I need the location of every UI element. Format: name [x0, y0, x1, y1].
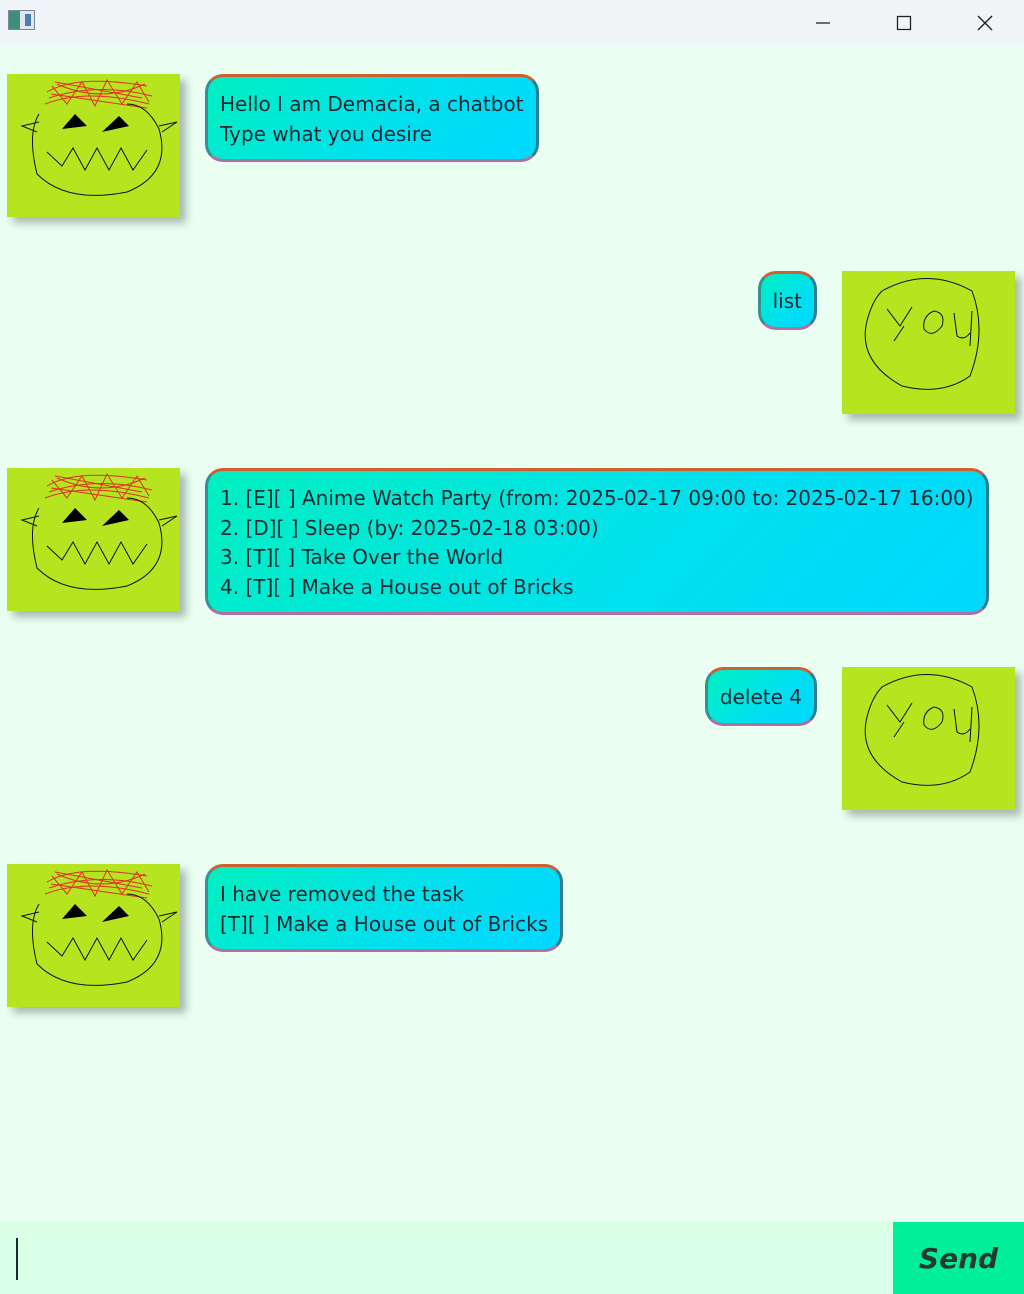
you-avatar — [842, 271, 1015, 414]
chat-scroll-area[interactable]: Hello I am Demacia, a chatbot Type what … — [0, 45, 1024, 1221]
close-icon — [977, 15, 993, 30]
task-line: 2. [D][ ] Sleep (by: 2025-02-18 03:00) — [220, 515, 599, 540]
maximize-button[interactable] — [864, 0, 944, 45]
minimize-button[interactable] — [783, 0, 863, 45]
you-avatar — [842, 667, 1015, 810]
message-line: delete 4 — [719, 685, 802, 709]
message-line: Type what you desire — [220, 121, 432, 146]
ogre-face-icon — [20, 78, 178, 196]
ogre-face-icon — [20, 868, 178, 986]
you-face-icon — [864, 278, 980, 390]
task-line: 1. [E][ ] Anime Watch Party (from: 2025-… — [220, 486, 974, 510]
bot-message-bubble: I have removed the task [T][ ] Make a Ho… — [205, 864, 564, 952]
task-line: 4. [T][ ] Make a House out of Bricks — [220, 574, 574, 599]
close-button[interactable] — [945, 0, 1024, 45]
message-line: I have removed the task — [220, 882, 464, 906]
message-input[interactable] — [0, 1222, 893, 1294]
bot-message-bubble: Hello I am Demacia, a chatbot Type what … — [205, 74, 539, 162]
text-caret — [16, 1238, 18, 1280]
input-bar: Send — [0, 1222, 1024, 1294]
title-bar — [0, 0, 1024, 45]
ogre-avatar — [7, 864, 180, 1007]
ogre-avatar — [7, 468, 180, 611]
user-message-bubble: delete 4 — [704, 667, 817, 726]
ogre-face-icon — [20, 472, 178, 590]
minimize-icon — [816, 21, 830, 24]
app-icon — [8, 10, 35, 30]
message-line: list — [772, 289, 802, 313]
you-face-icon — [864, 674, 980, 786]
task-line: 3. [T][ ] Take Over the World — [220, 545, 504, 569]
ogre-avatar — [7, 74, 180, 217]
maximize-icon — [896, 15, 912, 30]
message-line: Hello I am Demacia, a chatbot — [220, 92, 524, 116]
message-line: [T][ ] Make a House out of Bricks — [220, 911, 549, 936]
bot-message-bubble: 1. [E][ ] Anime Watch Party (from: 2025-… — [205, 468, 989, 615]
user-message-bubble: list — [757, 271, 817, 330]
send-button[interactable]: Send — [893, 1222, 1024, 1294]
